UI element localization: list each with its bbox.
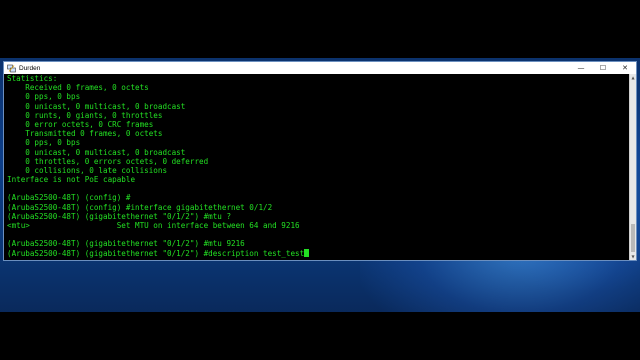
terminal-line: (ArubaS2500-48T) (gigabitethernet "0/1/2…	[7, 239, 245, 249]
desktop-background: Durden — ☐ ✕ Statistics: Received 0 fram…	[0, 0, 640, 360]
scroll-down-icon[interactable]: ▼	[630, 253, 636, 260]
terminal-line: <mtu> Set MTU on interface between 64 an…	[7, 221, 300, 230]
terminal-line: (ArubaS2500-48T) (gigabitethernet "0/1/2…	[7, 211, 232, 221]
terminal-prompt-line[interactable]: (ArubaS2500-48T) (gigabitethernet "0/1/2…	[7, 248, 630, 258]
letterbox-bottom	[0, 312, 640, 360]
terminal-line: 0 collisions, 0 late collisions	[7, 165, 168, 175]
terminal-line: Transmitted 0 frames, 0 octets	[7, 129, 163, 139]
window-controls: — ☐ ✕	[570, 62, 636, 74]
terminal-line: (ArubaS2500-48T) (config) #	[7, 193, 131, 203]
window-title: Durden	[19, 64, 41, 72]
title-bar[interactable]: Durden — ☐ ✕	[4, 62, 636, 74]
terminal-line: 0 pps, 0 bps	[7, 92, 81, 102]
scroll-thumb[interactable]	[631, 224, 635, 252]
letterbox-top	[0, 0, 640, 58]
terminal-line: 0 unicast, 0 multicast, 0 broadcast	[7, 147, 186, 157]
terminal-line: 0 throttles, 0 errors octets, 0 deferred	[7, 156, 209, 166]
terminal-line: 0 runts, 0 giants, 0 throttles	[7, 110, 163, 120]
minimize-icon[interactable]: —	[570, 62, 592, 74]
vertical-scrollbar[interactable]: ▲ ▼	[629, 74, 636, 260]
putty-icon[interactable]	[7, 64, 16, 73]
terminal-output[interactable]: Statistics: Received 0 frames, 0 octets …	[4, 74, 630, 260]
maximize-icon[interactable]: ☐	[592, 62, 614, 74]
terminal-line: (ArubaS2500-48T) (config) #interface gig…	[7, 202, 273, 212]
terminal-line: 0 unicast, 0 multicast, 0 broadcast	[7, 101, 186, 111]
close-icon[interactable]: ✕	[614, 62, 636, 74]
terminal-line: Received 0 frames, 0 octets	[7, 83, 149, 93]
terminal-line: Interface is not PoE capable	[7, 175, 136, 185]
terminal-line: 0 error octets, 0 CRC frames	[7, 119, 154, 129]
terminal-current-input: (ArubaS2500-48T) (gigabitethernet "0/1/2…	[7, 248, 305, 258]
terminal-line: 0 pps, 0 bps	[7, 138, 81, 148]
terminal-cursor	[304, 248, 310, 257]
terminal-window: Durden — ☐ ✕ Statistics: Received 0 fram…	[3, 61, 637, 261]
terminal-line: Statistics:	[7, 74, 58, 83]
scroll-up-icon[interactable]: ▲	[630, 74, 636, 81]
